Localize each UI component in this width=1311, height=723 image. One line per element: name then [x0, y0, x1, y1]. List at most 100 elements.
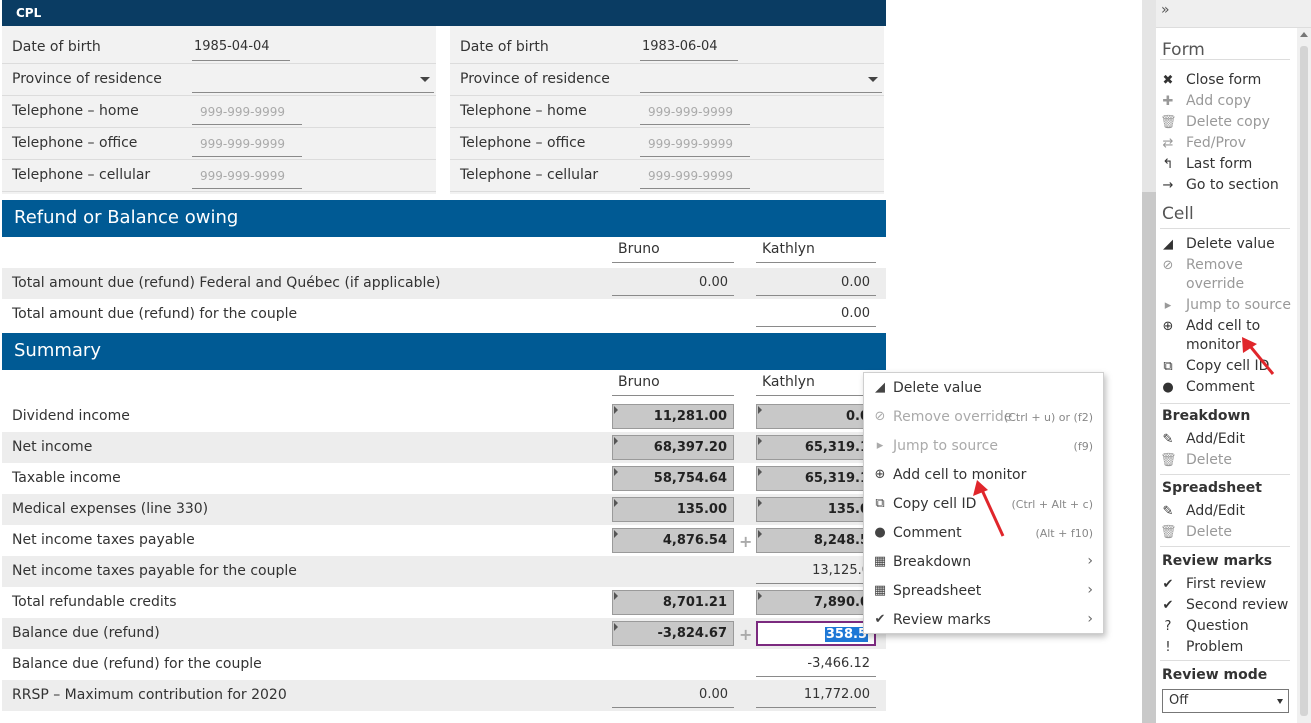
summary-cell-bruno[interactable]: 0.00 [612, 683, 734, 708]
spreadsheet-icon: ▦ [873, 583, 887, 598]
left-person-row: Province of residence [2, 64, 436, 96]
review-mode-select[interactable]: Off [1162, 689, 1289, 713]
sidebar-spreadsheet-item-label: Add/Edit [1186, 503, 1245, 519]
context-menu-shortcut: (Ctrl + Alt + c) [1011, 498, 1093, 511]
refund-cell-bruno[interactable]: 0.00 [612, 271, 734, 296]
sidebar-form-item-label: Fed/Prov [1186, 135, 1246, 151]
spreadsheet-section-title: Spreadsheet [1162, 480, 1262, 496]
context-menu-shortcut: (Ctrl + u) or (f2) [1003, 411, 1093, 424]
right-person-row: Telephone – office 999-999-9999 [450, 128, 884, 160]
review-mode-title: Review mode [1162, 667, 1268, 683]
sidebar-scrollbar[interactable] [1297, 28, 1311, 723]
summary-cell-bruno[interactable]: 11,281.00 [612, 404, 734, 429]
right-person-phone-field[interactable]: 999-999-9999 [640, 103, 750, 125]
context-menu-item[interactable]: ▸ Jump to source (f9) [864, 432, 1103, 461]
right-person-province-select[interactable] [640, 71, 882, 93]
right-person-phone-field[interactable]: 999-999-9999 [640, 167, 750, 189]
edit-icon: ✎ [1162, 504, 1174, 519]
left-person-date-field[interactable]: 1985-04-04 [192, 39, 290, 61]
collapse-sidebar-icon[interactable]: » [1161, 2, 1170, 18]
sidebar-divider [1160, 228, 1290, 229]
refund-col-kathlyn: Kathlyn [756, 237, 876, 263]
summary-cell-bruno[interactable]: 58,754.64 [612, 466, 734, 491]
context-menu-item[interactable]: ◢ Delete value [864, 374, 1103, 403]
right-person-label: Telephone – home [460, 103, 587, 119]
close-icon: ✖ [1162, 73, 1174, 88]
left-person-phone-field[interactable]: 999-999-9999 [192, 103, 302, 125]
sidebar: » Form ✖ Close form ✚ Add copy 🗑 Delete copy ⇄ F… [1156, 0, 1311, 723]
summary-cell-kathlyn[interactable]: 13,125.0 [756, 559, 876, 584]
right-person-label: Telephone – cellular [460, 167, 599, 183]
left-person-province-select[interactable] [192, 71, 434, 93]
summary-cell-kathlyn[interactable]: 65,319.1 [756, 466, 876, 491]
summary-section-header: Summary [2, 333, 886, 370]
right-person-row: Date of birth 1983-06-04 [450, 32, 884, 64]
left-person-phone-field[interactable]: 999-999-9999 [192, 167, 302, 189]
sidebar-review-item-label: Question [1186, 618, 1249, 634]
trash-icon: 🗑 [1160, 115, 1177, 130]
summary-cell-bruno[interactable]: 8,701.21 [612, 590, 734, 615]
chevron-down-icon [868, 77, 878, 82]
summary-row: Net income taxes payable for the couple 1… [2, 556, 886, 587]
summary-row-label: Net income taxes payable for the couple [12, 563, 297, 579]
trash-icon: 🗑 [1160, 525, 1177, 540]
left-person-label: Telephone – home [12, 103, 139, 119]
right-person-row: Telephone – home 999-999-9999 [450, 96, 884, 128]
cpl-label: CPL [16, 6, 42, 20]
left-person-row: Telephone – office 999-999-9999 [2, 128, 436, 160]
refund-cell-kathlyn[interactable]: 0.00 [756, 271, 876, 296]
refund-cell-kathlyn[interactable]: 0.00 [756, 302, 876, 327]
sidebar-cell-item-label: Jump to source [1186, 297, 1291, 313]
right-person-phone-field[interactable]: 999-999-9999 [640, 135, 750, 157]
plus-icon: ✚ [1162, 94, 1174, 109]
sidebar-splitter[interactable] [1142, 0, 1156, 723]
context-menu-item[interactable]: ⧉ Copy cell ID (Ctrl + Alt + c) [864, 490, 1103, 519]
summary-cell-kathlyn-selected[interactable]: 358.5 [756, 621, 876, 646]
right-person-label: Telephone – office [460, 135, 586, 151]
scroll-up-icon[interactable] [1300, 32, 1308, 37]
summary-cell-bruno[interactable]: 135.00 [612, 497, 734, 522]
summary-cell-kathlyn[interactable]: -3,466.12 [756, 652, 876, 677]
summary-cell-bruno[interactable]: 68,397.20 [612, 435, 734, 460]
context-menu-item[interactable]: ▦ Spreadsheet › [864, 577, 1103, 606]
app-window: CPL Date of birth 1985-04-04 Province of r… [0, 0, 1311, 723]
context-menu-shortcut: (f9) [1073, 440, 1093, 453]
trash-icon: 🗑 [1160, 453, 1177, 468]
sidebar-cell-item-label: Remove override [1186, 257, 1245, 292]
summary-cell-bruno[interactable]: -3,824.67 [612, 621, 734, 646]
sidebar-review-item-label: Problem [1186, 639, 1244, 655]
context-menu-item-label: Spreadsheet [893, 583, 982, 599]
left-person-phone-field[interactable]: 999-999-9999 [192, 135, 302, 157]
sidebar-scroll-thumb[interactable] [1300, 46, 1308, 716]
context-menu-item[interactable]: ● Comment (Alt + f10) [864, 519, 1103, 548]
undo-icon: ↰ [1162, 157, 1174, 172]
breakdown-plus-icon[interactable]: + [739, 625, 752, 644]
refund-row: Total amount due (refund) Federal and Qu… [2, 268, 886, 299]
summary-row-label: Balance due (refund) [12, 625, 160, 641]
context-menu-item[interactable]: ▦ Breakdown › [864, 548, 1103, 577]
breakdown-plus-icon[interactable]: + [739, 532, 752, 551]
summary-cell-kathlyn[interactable]: 135.0 [756, 497, 876, 522]
summary-cell-bruno[interactable]: 4,876.54 [612, 528, 734, 553]
copy-icon: ⧉ [875, 496, 885, 511]
summary-cell-kathlyn[interactable]: 0.0 [756, 404, 876, 429]
context-menu-item[interactable]: ⊘ Remove override (Ctrl + u) or (f2) [864, 403, 1103, 432]
summary-cell-kathlyn[interactable]: 65,319.1 [756, 435, 876, 460]
summary-cell-kathlyn[interactable]: 8,248.5 [756, 528, 876, 553]
summary-row-label: Dividend income [12, 408, 130, 424]
context-menu-item[interactable]: ⊕ Add cell to monitor [864, 461, 1103, 490]
summary-cell-kathlyn[interactable]: 7,890.0 [756, 590, 876, 615]
exclamation-icon: ! [1165, 640, 1171, 655]
summary-row-label: RRSP – Maximum contribution for 2020 [12, 687, 287, 703]
context-menu-item[interactable]: ✔ Review marks › [864, 606, 1103, 635]
splitter-thumb[interactable] [1142, 192, 1156, 723]
sidebar-spreadsheet-item-label: Delete [1186, 524, 1232, 540]
right-person-label: Province of residence [460, 71, 610, 87]
double-check-icon: ✔ [1162, 598, 1174, 613]
right-person-date-field[interactable]: 1983-06-04 [640, 39, 738, 61]
summary-cell-kathlyn[interactable]: 11,772.00 [756, 683, 876, 708]
refund-section-header: Refund or Balance owing [2, 200, 886, 237]
summary-row-label: Balance due (refund) for the couple [12, 656, 262, 672]
breakdown-section-title: Breakdown [1162, 408, 1251, 424]
refund-col-bruno: Bruno [612, 237, 734, 263]
